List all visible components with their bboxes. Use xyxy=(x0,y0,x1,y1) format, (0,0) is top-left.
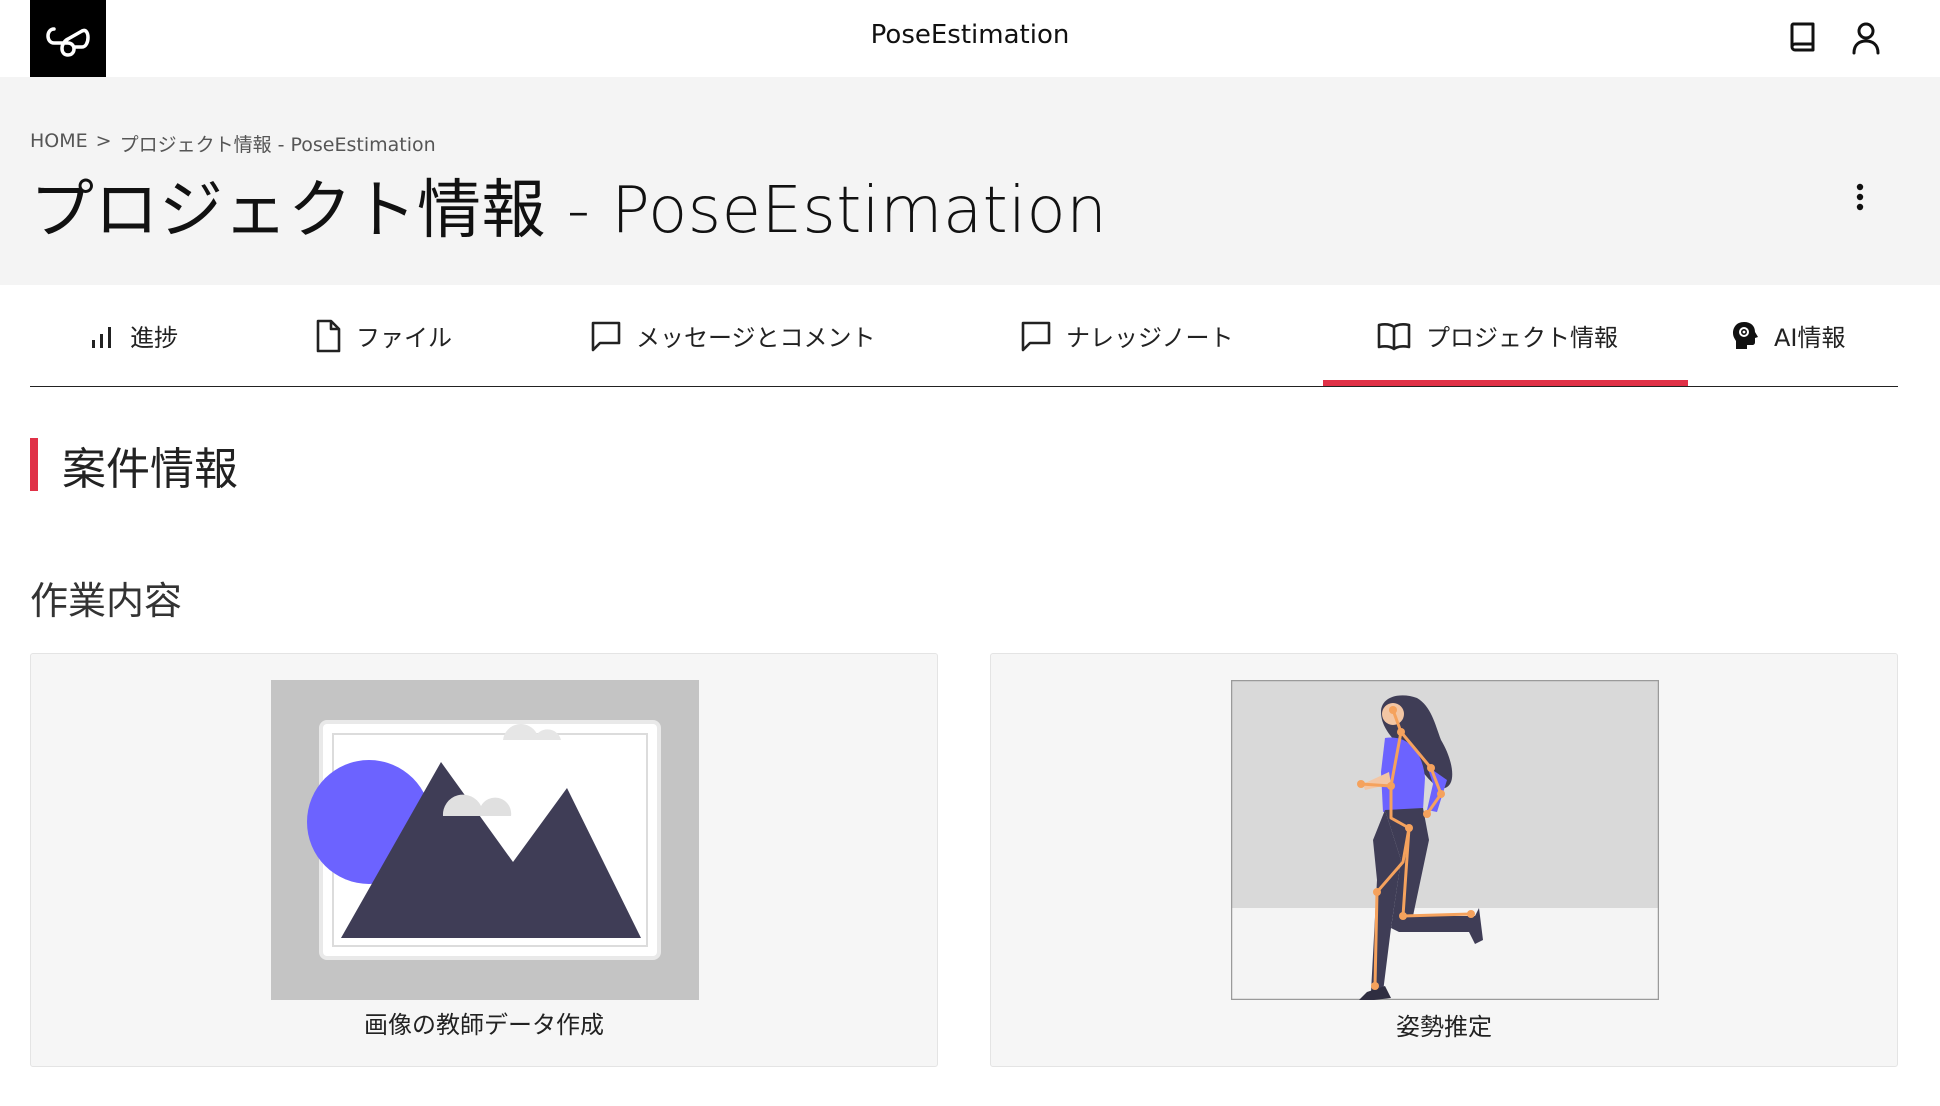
tab-label: プロジェクト情報 xyxy=(1426,324,1618,352)
card-caption: 姿勢推定 xyxy=(1396,1013,1492,1041)
tab-label: 進捗 xyxy=(130,324,178,352)
manual-book-icon[interactable] xyxy=(1783,18,1823,58)
user-account-icon[interactable] xyxy=(1846,18,1886,58)
tab-label: ファイル xyxy=(356,324,452,352)
tab-ai-info[interactable]: AI情報 xyxy=(1730,285,1846,386)
section-title: 案件情報 xyxy=(62,443,238,495)
page-title: プロジェクト情報 - PoseEstimation xyxy=(30,174,1108,248)
section-accent-bar xyxy=(30,438,38,491)
open-book-icon xyxy=(1377,322,1411,350)
tab-bar: 進捗 ファイル メッセージとコメント ナレッジノート プロジェクト情報 AI情報 xyxy=(30,285,1898,387)
breadcrumb-current: プロジェクト情報 - PoseEstimation xyxy=(119,134,436,156)
breadcrumb-separator: > xyxy=(95,130,112,152)
tab-messages[interactable]: メッセージとコメント xyxy=(590,285,876,386)
tab-label: ナレッジノート xyxy=(1066,324,1234,352)
tab-files[interactable]: ファイル xyxy=(314,285,452,386)
tab-progress[interactable]: 進捗 xyxy=(88,285,178,386)
breadcrumb: HOME > プロジェクト情報 - PoseEstimation xyxy=(30,130,436,157)
page-header: HOME > プロジェクト情報 - PoseEstimation プロジェクト情… xyxy=(0,77,1940,285)
vertical-dots-icon xyxy=(1856,183,1864,211)
tab-label: AI情報 xyxy=(1774,324,1846,352)
active-tab-indicator xyxy=(1323,380,1688,386)
bar-chart-icon xyxy=(92,326,111,348)
tab-project-info[interactable]: プロジェクト情報 xyxy=(1376,285,1618,386)
tab-label: メッセージとコメント xyxy=(636,324,876,352)
message-icon xyxy=(591,321,621,351)
app-title: PoseEstimation xyxy=(870,20,1070,50)
ai-head-icon xyxy=(1733,321,1758,349)
image-placeholder-illustration xyxy=(271,680,699,1000)
tab-knowledge-notes[interactable]: ナレッジノート xyxy=(1020,285,1234,386)
breadcrumb-home-link[interactable]: HOME xyxy=(30,130,88,157)
pose-estimation-illustration xyxy=(1231,680,1659,1000)
work-card-pose-estimation[interactable]: 姿勢推定 xyxy=(990,653,1898,1067)
card-caption: 画像の教師データ作成 xyxy=(364,1011,604,1039)
work-card-annotation[interactable]: 画像の教師データ作成 xyxy=(30,653,938,1067)
top-bar: PoseEstimation xyxy=(0,0,1940,77)
section-heading: 案件情報 xyxy=(30,438,238,495)
message-icon xyxy=(1021,321,1051,351)
work-content-heading: 作業内容 xyxy=(30,579,183,623)
file-icon xyxy=(316,319,341,352)
more-options-button[interactable] xyxy=(1840,177,1880,217)
